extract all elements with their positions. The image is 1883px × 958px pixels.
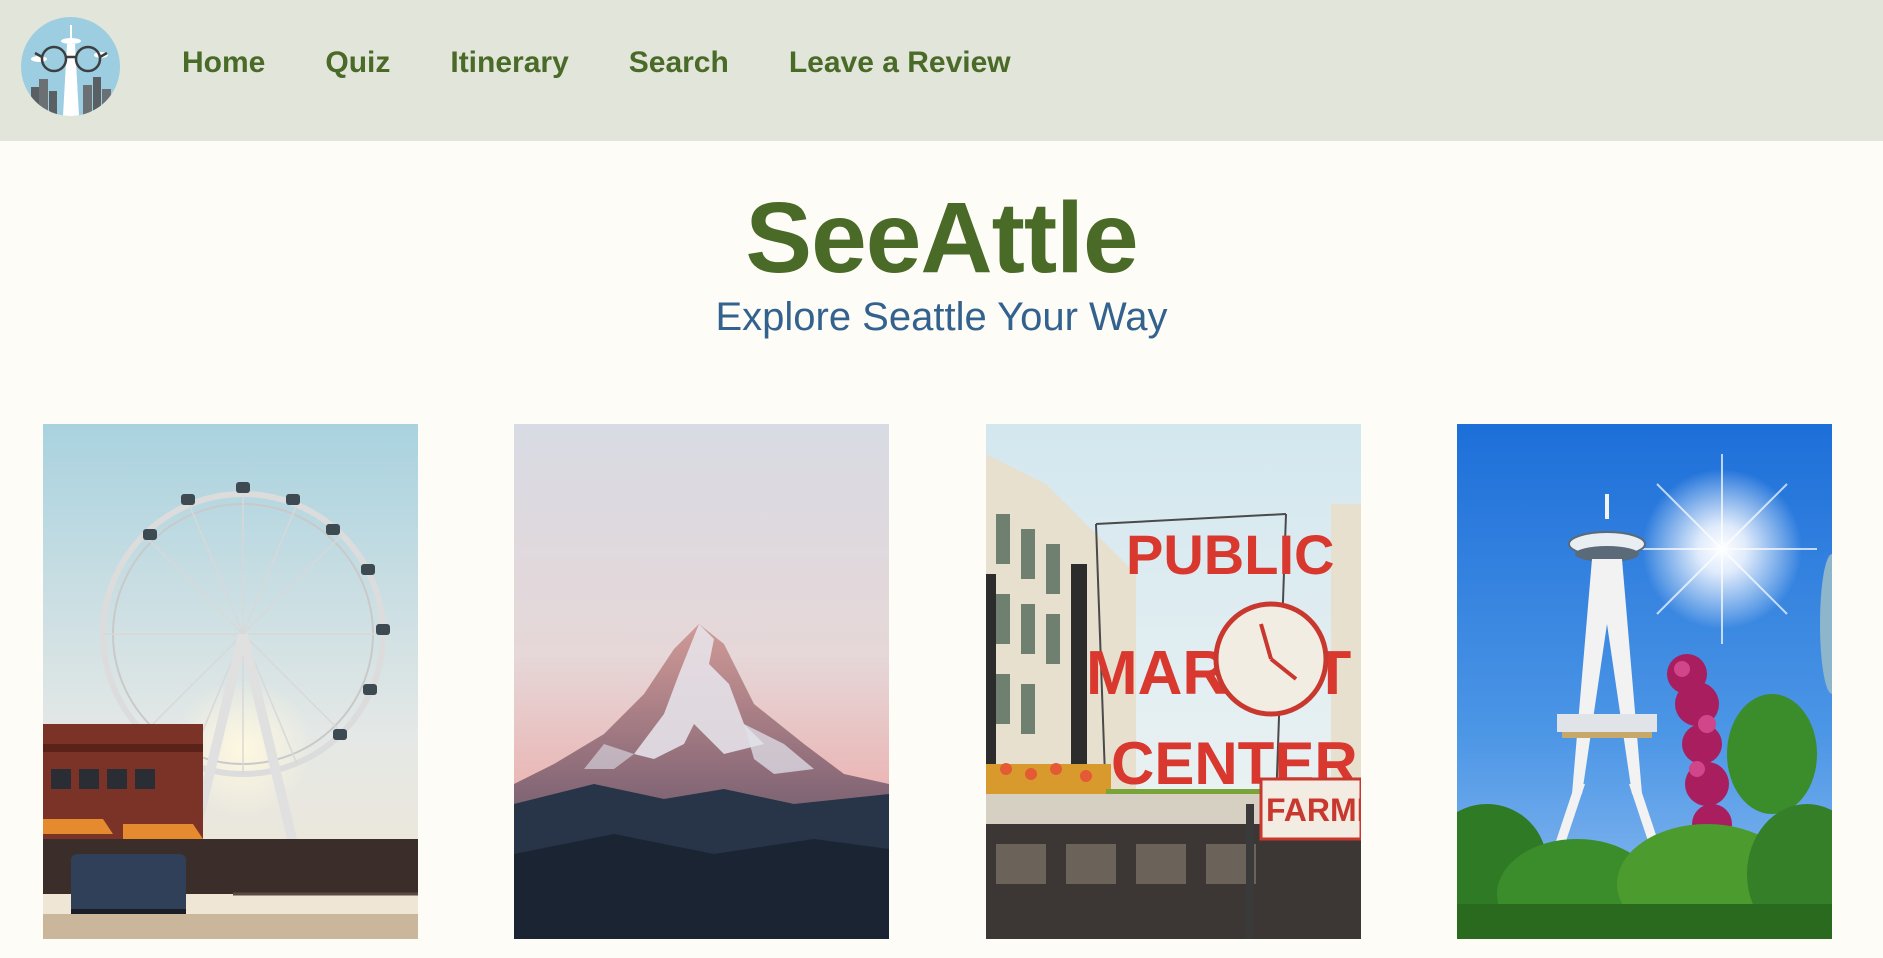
logo[interactable] [21, 17, 120, 116]
page-subtitle: Explore Seattle Your Way [715, 295, 1168, 339]
market-sign-line1: PUBLIC [1126, 523, 1334, 586]
nav-link-leave-review[interactable]: Leave a Review [789, 45, 1011, 81]
gallery-image-space-needle [1457, 424, 1832, 939]
nav-link-quiz[interactable]: Quiz [325, 45, 390, 81]
page-title: SeeAttle [745, 182, 1138, 294]
nav-link-itinerary[interactable]: Itinerary [450, 45, 568, 81]
farmers-sign-text: FARMERS [1266, 792, 1361, 828]
gallery-image-mountain [514, 424, 889, 939]
nav-link-home[interactable]: Home [182, 45, 265, 81]
gallery-image-ferris-wheel [43, 424, 418, 939]
nav-links: Home Quiz Itinerary Search Leave a Revie… [182, 45, 1071, 81]
binoculars-skyline-logo-icon [21, 17, 120, 116]
gallery-image-public-market: PUBLIC MARKET CENTER FARMERS [986, 424, 1361, 939]
nav-link-search[interactable]: Search [629, 45, 729, 81]
navbar: Home Quiz Itinerary Search Leave a Revie… [0, 0, 1883, 141]
